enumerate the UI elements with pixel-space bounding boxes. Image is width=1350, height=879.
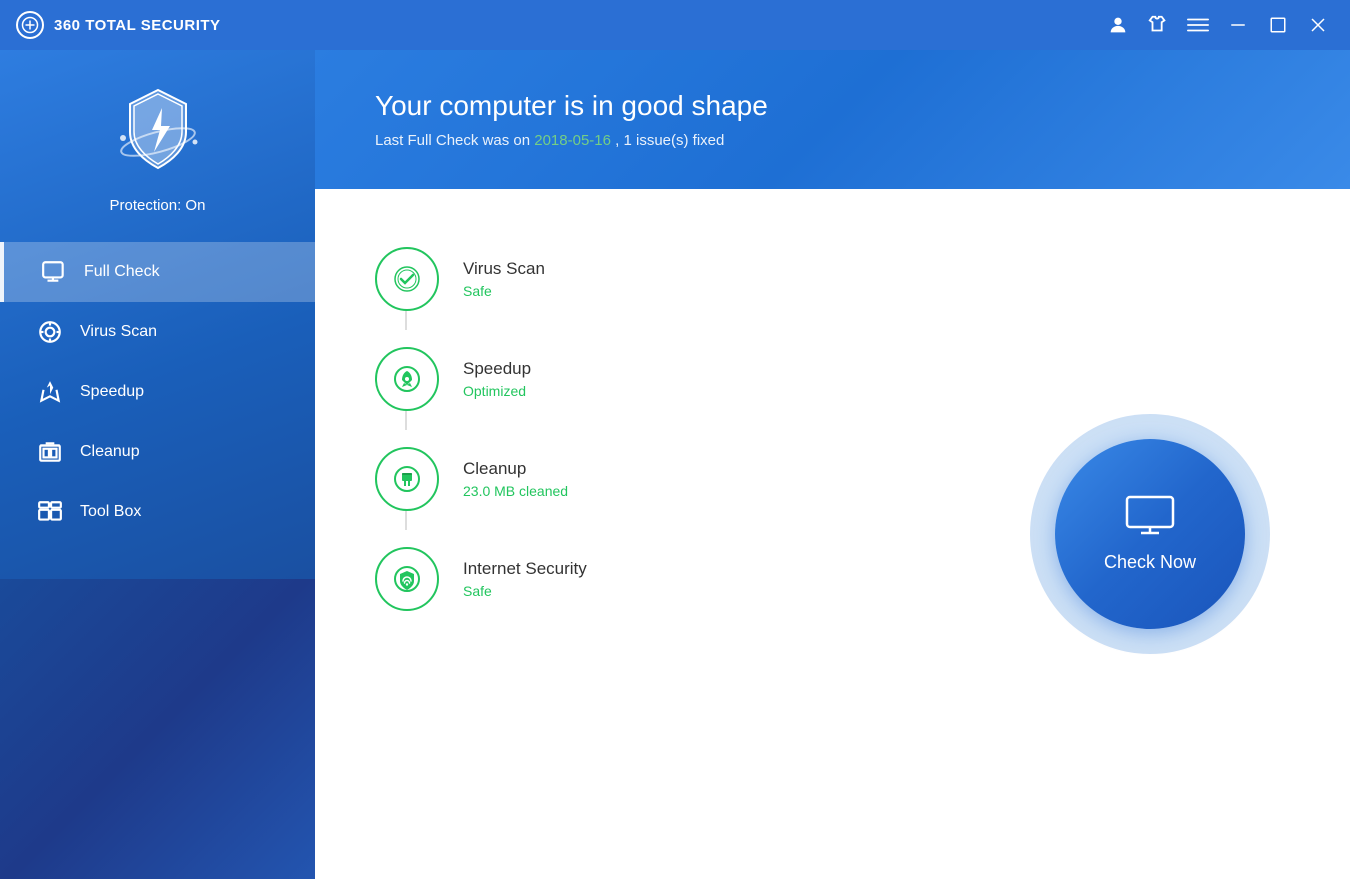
scan-items-list: Virus Scan Safe bbox=[375, 229, 970, 839]
speedup-icon bbox=[36, 378, 64, 406]
internet-security-status: Safe bbox=[463, 583, 587, 599]
virus-scan-status: Safe bbox=[463, 283, 545, 299]
menu-icon[interactable] bbox=[1182, 9, 1214, 41]
main-layout: Protection: On Full Check bbox=[0, 50, 1350, 879]
list-item: Speedup Optimized bbox=[375, 329, 970, 429]
sidebar-item-virus-scan[interactable]: Virus Scan bbox=[0, 302, 315, 362]
cleanup-icon bbox=[36, 438, 64, 466]
app-brand: 360 TOTAL SECURITY bbox=[16, 11, 221, 39]
shirt-icon[interactable] bbox=[1142, 9, 1174, 41]
check-now-button[interactable]: Check Now bbox=[1055, 439, 1245, 629]
title-bar: 360 TOTAL SECURITY bbox=[0, 0, 1350, 50]
content-body: Virus Scan Safe bbox=[315, 189, 1350, 879]
list-item: Virus Scan Safe bbox=[375, 229, 970, 329]
cleanup-circle bbox=[375, 447, 439, 511]
toolbox-label: Tool Box bbox=[80, 503, 141, 521]
cleanup-label: Cleanup bbox=[80, 443, 140, 461]
virus-scan-label: Virus Scan bbox=[80, 323, 157, 341]
list-item: Internet Security Safe bbox=[375, 529, 970, 611]
close-button[interactable] bbox=[1302, 9, 1334, 41]
speedup-name: Speedup bbox=[463, 359, 531, 379]
virus-scan-name: Virus Scan bbox=[463, 259, 545, 279]
list-item: Cleanup 23.0 MB cleaned bbox=[375, 429, 970, 529]
toolbox-icon bbox=[36, 498, 64, 526]
protection-status: Protection: On bbox=[110, 197, 206, 214]
minimize-button[interactable] bbox=[1222, 9, 1254, 41]
sidebar-item-toolbox[interactable]: Tool Box bbox=[0, 482, 315, 542]
cleanup-status: 23.0 MB cleaned bbox=[463, 483, 568, 499]
cleanup-text: Cleanup 23.0 MB cleaned bbox=[463, 459, 568, 499]
sidebar: Protection: On Full Check bbox=[0, 50, 315, 879]
app-logo bbox=[16, 11, 44, 39]
sidebar-item-cleanup[interactable]: Cleanup bbox=[0, 422, 315, 482]
full-check-label: Full Check bbox=[84, 263, 160, 281]
check-now-outer-ring: Check Now bbox=[1030, 414, 1270, 654]
internet-security-text: Internet Security Safe bbox=[463, 559, 587, 599]
internet-security-circle bbox=[375, 547, 439, 611]
virus-scan-icon bbox=[36, 318, 64, 346]
full-check-icon bbox=[40, 258, 68, 286]
check-date: 2018-05-16 bbox=[534, 132, 611, 149]
virus-scan-circle bbox=[375, 247, 439, 311]
speedup-text: Speedup Optimized bbox=[463, 359, 531, 399]
app-title: 360 TOTAL SECURITY bbox=[54, 17, 221, 34]
check-now-container: Check Now bbox=[1010, 229, 1290, 839]
check-now-label: Check Now bbox=[1104, 552, 1196, 573]
content-area: Your computer is in good shape Last Full… bbox=[315, 50, 1350, 879]
cleanup-name: Cleanup bbox=[463, 459, 568, 479]
header-banner: Your computer is in good shape Last Full… bbox=[315, 50, 1350, 189]
speedup-circle bbox=[375, 347, 439, 411]
shield-logo bbox=[108, 80, 208, 185]
account-icon[interactable] bbox=[1102, 9, 1134, 41]
sidebar-item-speedup[interactable]: Speedup bbox=[0, 362, 315, 422]
subtitle-prefix: Last Full Check was on bbox=[375, 132, 534, 149]
subtitle-suffix: , 1 issue(s) fixed bbox=[611, 132, 724, 149]
speedup-label: Speedup bbox=[80, 383, 144, 401]
maximize-button[interactable] bbox=[1262, 9, 1294, 41]
status-title: Your computer is in good shape bbox=[375, 90, 1290, 122]
virus-scan-text: Virus Scan Safe bbox=[463, 259, 545, 299]
monitor-icon bbox=[1125, 495, 1175, 542]
last-check-info: Last Full Check was on 2018-05-16 , 1 is… bbox=[375, 132, 1290, 149]
window-controls bbox=[1102, 9, 1334, 41]
speedup-status: Optimized bbox=[463, 383, 531, 399]
sidebar-item-full-check[interactable]: Full Check bbox=[0, 242, 315, 302]
internet-security-name: Internet Security bbox=[463, 559, 587, 579]
